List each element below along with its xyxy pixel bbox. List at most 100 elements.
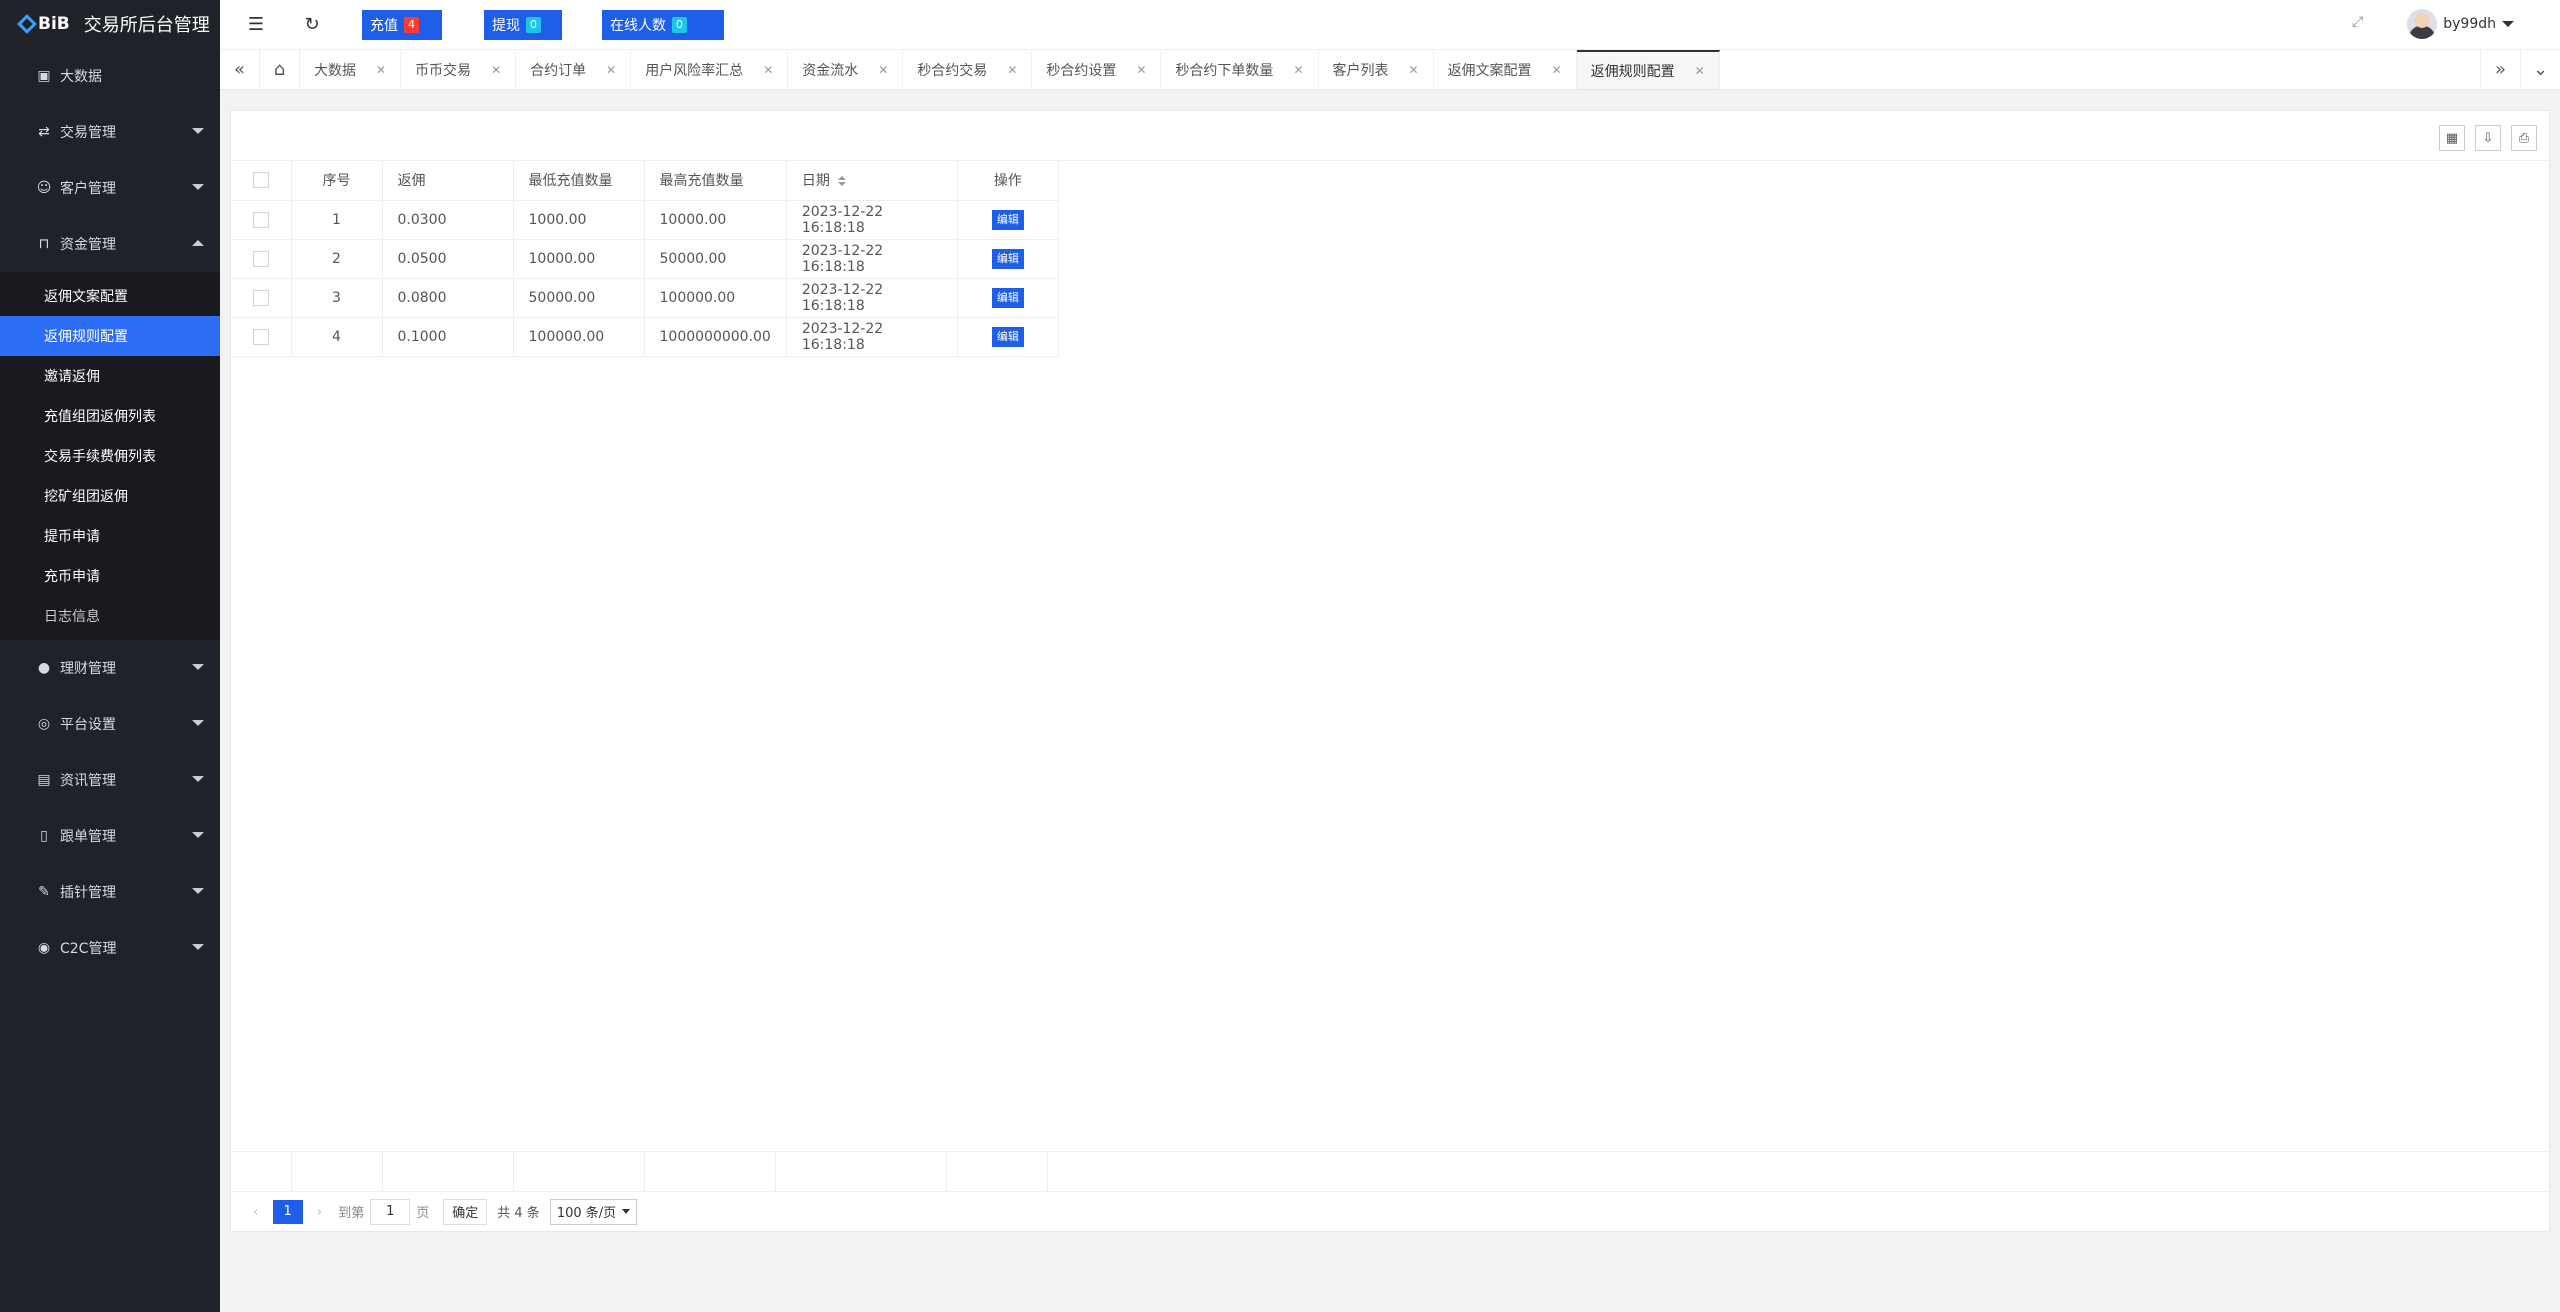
dashboard-icon: ▣ [37,68,51,84]
refresh-icon[interactable]: ↻ [300,12,324,36]
total-cell [514,1152,645,1192]
close-icon[interactable]: ✕ [1293,63,1303,77]
table-toolbar: ▦ ⇩ ⎙ [231,111,2549,161]
sidebar-subitem[interactable]: 充值组团返佣列表 [0,396,220,436]
edit-button[interactable]: 编辑 [991,248,1024,269]
tab-big-data[interactable]: 大数据 ✕ [300,50,402,89]
cell-rebate: 0.0800 [382,278,514,318]
chevron-down-icon [192,128,204,134]
tab-contract-orders[interactable]: 合约订单 ✕ [516,50,632,89]
tabs-scroll-left-icon[interactable]: « [220,50,260,89]
row-checkbox[interactable] [252,211,269,228]
columns-icon[interactable]: ▦ [2439,125,2465,151]
close-icon[interactable]: ✕ [1007,63,1017,77]
select-all-checkbox[interactable] [252,172,269,189]
export-icon[interactable]: ⇩ [2475,125,2501,151]
online-users-count-badge: 0 [672,17,687,33]
sidebar-item-finance[interactable]: ● 理财管理 [0,640,220,696]
sidebar-item-copy-trade[interactable]: ▯ 跟单管理 [0,808,220,864]
username: by99dh [2443,16,2496,32]
sidebar-subitem[interactable]: 返佣文案配置 [0,276,220,316]
row-checkbox[interactable] [252,328,269,345]
sidebar: BiB 交易所后台管理 ▣ 大数据 ⇄ 交易管理 ☺ 客户管理 ⊓ 资金管理 返… [0,0,220,1312]
exchange-icon: ⇄ [38,124,50,140]
next-page-icon[interactable]: › [317,1204,323,1220]
withdraw-button[interactable]: 提现 0 [484,10,562,40]
row-checkbox[interactable] [252,289,269,306]
sidebar-item-funds[interactable]: ⊓ 资金管理 [0,216,220,272]
close-icon[interactable]: ✕ [1552,63,1562,77]
sidebar-item-news[interactable]: ▤ 资讯管理 [0,752,220,808]
goto-label: 到第 [338,1206,365,1221]
total-cell [776,1152,947,1192]
header-rebate: 返佣 [382,161,514,201]
sidebar-item-trade[interactable]: ⇄ 交易管理 [0,104,220,160]
close-icon[interactable]: ✕ [878,63,888,77]
sort-icon[interactable] [837,176,846,187]
row-checkbox[interactable] [252,250,269,267]
tab-second-contract-settings[interactable]: 秒合约设置 ✕ [1032,50,1162,89]
tab-risk-summary[interactable]: 用户风险率汇总 ✕ [631,50,789,89]
close-icon[interactable]: ✕ [606,63,616,77]
prev-page-icon[interactable]: ‹ [253,1204,259,1220]
sidebar-item-customers[interactable]: ☺ 客户管理 [0,160,220,216]
menu-toggle-icon[interactable]: ☰ [244,12,268,36]
chevron-down-icon [192,664,204,670]
funds-submenu: 返佣文案配置 返佣规则配置 邀请返佣 充值组团返佣列表 交易手续费佣列表 挖矿组… [0,272,220,640]
lock-icon: ⊓ [38,236,50,252]
close-icon[interactable]: ✕ [1695,64,1705,78]
sidebar-item-pin[interactable]: ✎ 插针管理 [0,864,220,920]
tab-label: 秒合约设置 [1046,62,1117,79]
tab-fund-flow[interactable]: 资金流水 ✕ [788,50,904,89]
user-menu[interactable]: by99dh [2407,9,2514,39]
tabs-scroll-right-icon[interactable]: » [2480,50,2520,89]
cell-date: 2023-12-22 16:18:18 [786,278,958,318]
close-icon[interactable]: ✕ [491,63,501,77]
tab-customer-list[interactable]: 客户列表 ✕ [1319,50,1434,89]
print-icon[interactable]: ⎙ [2511,125,2537,151]
tab-spot-trade[interactable]: 币币交易 ✕ [401,50,517,89]
sidebar-subitem[interactable]: 交易手续费佣列表 [0,436,220,476]
sidebar-subitem[interactable]: 邀请返佣 [0,356,220,396]
sidebar-item-c2c[interactable]: ◉ C2C管理 [0,920,220,976]
sidebar-subitem[interactable]: 日志信息 [0,596,220,636]
tab-second-contract-order-count[interactable]: 秒合约下单数量 ✕ [1161,50,1319,89]
online-users-button[interactable]: 在线人数 0 [602,10,724,40]
total-cell [947,1152,1048,1192]
confirm-page-button[interactable]: 确定 [443,1198,488,1225]
tab-second-contract-trade[interactable]: 秒合约交易 ✕ [903,50,1033,89]
edit-button[interactable]: 编辑 [991,326,1024,347]
chevron-down-icon [192,776,204,782]
tabs-dropdown-icon[interactable]: ⌄ [2520,50,2560,89]
sidebar-subitem-active[interactable]: 返佣规则配置 [0,316,220,356]
sidebar-subitem[interactable]: 充币申请 [0,556,220,596]
recharge-button[interactable]: 充值 4 [362,10,442,40]
table-row: 4 0.1000 100000.00 1000000000.00 2023-12… [231,317,1059,357]
fullscreen-icon[interactable]: ⤢ [2352,14,2370,32]
close-icon[interactable]: ✕ [376,63,386,77]
app-logo[interactable]: BiB 交易所后台管理 [0,0,220,48]
row-select-cell [231,278,292,318]
edit-button[interactable]: 编辑 [991,287,1024,308]
tab-rebate-rule-config[interactable]: 返佣规则配置 ✕ [1576,50,1720,89]
sidebar-subitem[interactable]: 提币申请 [0,516,220,556]
goto-page-input[interactable] [370,1198,411,1225]
header-date[interactable]: 日期 [786,161,958,201]
sidebar-item-big-data[interactable]: ▣ 大数据 [0,48,220,104]
cell-date: 2023-12-22 16:18:18 [786,317,958,357]
tab-label: 返佣规则配置 [1590,63,1675,80]
close-icon[interactable]: ✕ [1409,63,1419,77]
edit-button[interactable]: 编辑 [991,209,1024,230]
sidebar-subitem[interactable]: 挖矿组团返佣 [0,476,220,516]
close-icon[interactable]: ✕ [763,63,773,77]
close-icon[interactable]: ✕ [1136,63,1146,77]
home-tab-icon[interactable]: ⌂ [260,50,300,89]
sidebar-item-label: 资金管理 [60,237,116,253]
sidebar-item-platform[interactable]: ◎ 平台设置 [0,696,220,752]
tab-rebate-copy-config[interactable]: 返佣文案配置 ✕ [1434,50,1577,89]
cell-min: 50000.00 [513,278,645,318]
page-size-select[interactable]: 100 条/页 [549,1198,638,1225]
cell-operation: 编辑 [957,317,1059,357]
page-number-current[interactable]: 1 [272,1199,303,1224]
logo-mark: BiB [17,14,70,34]
